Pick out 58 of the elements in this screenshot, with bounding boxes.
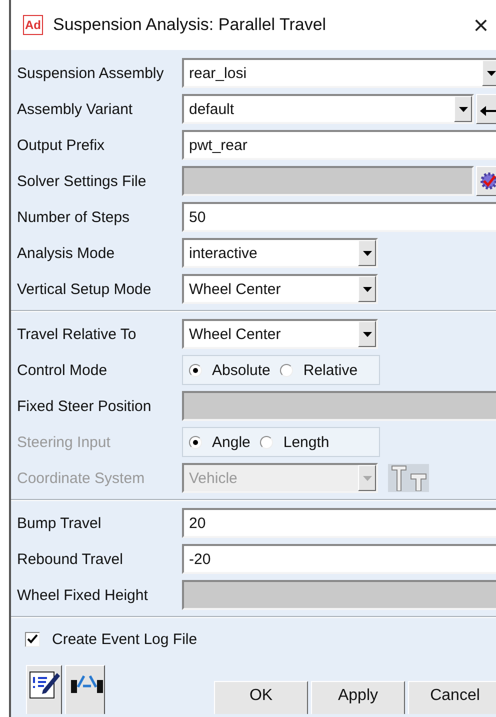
combo-box[interactable]: rear_losi — [182, 58, 496, 88]
settings-button[interactable] — [476, 166, 496, 196]
radio-button[interactable]: Absolute — [189, 362, 270, 378]
field-label: Control Mode — [16, 362, 108, 378]
dropdown[interactable]: Wheel Center — [182, 319, 378, 349]
input-field[interactable]: 20 — [182, 508, 496, 538]
field-label: Number of Steps — [16, 208, 131, 226]
field-label: Solver Settings File — [16, 172, 148, 190]
tool-button[interactable] — [388, 464, 429, 492]
dropdown-button[interactable] — [358, 240, 376, 266]
dropdown[interactable]: Wheel Center — [182, 274, 378, 304]
t-shapes-icon — [390, 465, 426, 491]
input-field[interactable] — [182, 391, 496, 421]
field-label: Assembly Variant — [16, 100, 134, 118]
input-field[interactable]: -20 — [182, 544, 496, 574]
input-field[interactable]: pwt_rear — [182, 130, 496, 160]
window-title: Suspension Analysis: Parallel Travel — [53, 15, 328, 35]
radio-dot[interactable] — [189, 364, 202, 376]
dropdown-button[interactable] — [454, 96, 472, 122]
dialog-button[interactable]: Cancel — [408, 681, 496, 714]
field-label: Wheel Fixed Height — [16, 586, 149, 604]
field-label: Coordinate System — [16, 470, 146, 486]
input-field[interactable] — [182, 166, 474, 196]
enter-button[interactable] — [476, 94, 496, 124]
field-label: Rebound Travel — [16, 550, 124, 568]
field-label: Travel Relative To — [16, 326, 138, 342]
caret-icon — [362, 286, 372, 292]
caret-icon — [362, 476, 372, 480]
suspension-button[interactable] — [65, 665, 105, 714]
gear-icon — [480, 172, 496, 190]
input-field[interactable]: 50 — [182, 202, 496, 232]
field-label: Analysis Mode — [16, 244, 116, 262]
radio-dot[interactable] — [280, 364, 294, 376]
caret-icon — [362, 250, 372, 256]
dialog-button[interactable]: OK — [214, 681, 308, 714]
check-icon — [27, 634, 38, 644]
close-button[interactable]: × — [466, 12, 496, 38]
dropdown-button[interactable] — [358, 321, 376, 347]
dialog-button[interactable]: Apply — [311, 681, 405, 714]
notepad-pen-icon — [29, 669, 61, 699]
edit-log-button[interactable] — [26, 665, 62, 714]
field-label: Steering Input — [16, 434, 112, 450]
field-label: Vertical Setup Mode — [16, 280, 152, 298]
field-label: Suspension Assembly — [16, 64, 165, 82]
caret-icon — [486, 70, 496, 76]
radio-button[interactable]: Relative — [280, 362, 358, 378]
dropdown-button[interactable] — [358, 276, 376, 302]
field-label: Bump Travel — [16, 514, 102, 532]
dropdown-button[interactable] — [482, 60, 496, 86]
checkbox[interactable]: Create Event Log File — [25, 630, 198, 648]
caret-icon — [458, 106, 468, 112]
field-label: Fixed Steer Position — [16, 398, 152, 414]
app-logo: Ad — [23, 15, 43, 35]
combo-box[interactable]: default — [182, 94, 474, 124]
caret-icon — [362, 332, 372, 336]
field-label: Output Prefix — [16, 136, 106, 154]
dropdown[interactable]: interactive — [182, 238, 378, 268]
input-field[interactable] — [182, 580, 496, 610]
